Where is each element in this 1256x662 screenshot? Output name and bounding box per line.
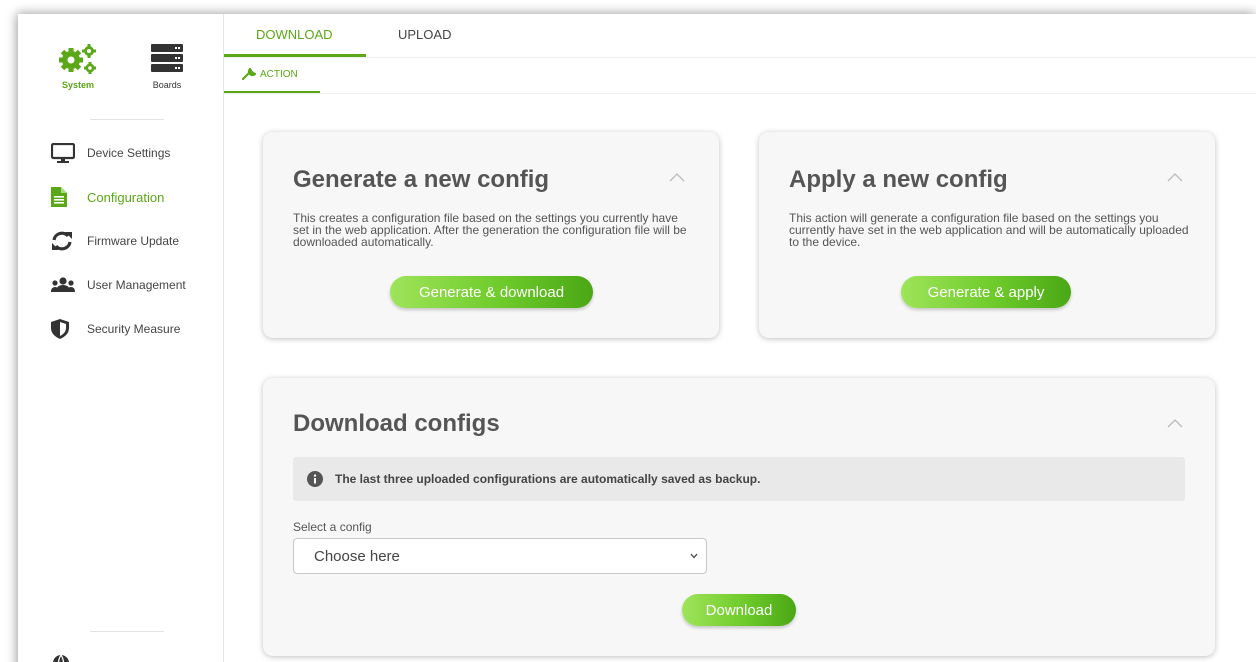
card-title: Apply a new config (789, 166, 1008, 193)
config-select[interactable]: Choose here (293, 538, 707, 574)
info-icon (307, 471, 323, 487)
info-text: The last three uploaded configurations a… (335, 472, 761, 486)
backup-info-banner: The last three uploaded configurations a… (293, 457, 1185, 501)
sidebar-item-label: Configuration (87, 189, 165, 205)
sidebar-item-label: Device Settings (87, 146, 171, 160)
subtab-action[interactable]: ACTION (242, 68, 298, 80)
chevron-up-icon[interactable] (669, 172, 685, 182)
generate-download-button[interactable]: Generate & download (390, 276, 593, 308)
sidebar-divider (90, 631, 164, 632)
sidebar-item-configuration[interactable]: Configuration (51, 185, 164, 209)
tab-download[interactable]: DOWNLOAD (256, 27, 333, 42)
chevron-up-icon[interactable] (1167, 172, 1183, 182)
generate-apply-button[interactable]: Generate & apply (901, 276, 1071, 308)
sidebar-divider (90, 119, 164, 120)
sidebar-item-label: Firmware Update (87, 234, 180, 248)
chevron-up-icon[interactable] (1167, 418, 1183, 428)
subtab-label: ACTION (260, 68, 298, 80)
globe-icon[interactable] (52, 654, 70, 662)
refresh-icon (51, 230, 77, 252)
sidebar-item-user-management[interactable]: User Management (51, 273, 186, 297)
card-description: This action will generate a configuratio… (789, 211, 1189, 249)
main-tabs: DOWNLOAD UPLOAD (224, 14, 1256, 58)
boards-label: Boards (152, 80, 182, 90)
apply-config-card: Apply a new config This action will gene… (759, 132, 1215, 338)
card-title: Generate a new config (293, 166, 550, 193)
sidebar: System Boards Device Settings Configurat… (18, 14, 224, 662)
select-value: Choose here (314, 547, 400, 565)
chevron-down-icon (690, 553, 698, 559)
tab-upload[interactable]: UPLOAD (398, 27, 451, 42)
sidebar-item-firmware-update[interactable]: Firmware Update (51, 229, 179, 253)
active-subtab-indicator (224, 91, 320, 93)
sidebar-item-label: User Management (87, 278, 186, 292)
card-description: This creates a configuration file based … (293, 211, 687, 249)
download-configs-card: Download configs The last three uploaded… (263, 378, 1215, 656)
sub-tabs: ACTION (224, 58, 1256, 94)
select-config-label: Select a config (293, 520, 372, 534)
boards-tile[interactable]: Boards (137, 42, 197, 90)
main-content: Generate a new config This creates a con… (224, 94, 1256, 662)
system-tile[interactable]: System (48, 42, 108, 90)
download-button[interactable]: Download (682, 594, 796, 626)
server-icon (151, 44, 183, 72)
shield-icon (51, 318, 77, 340)
sidebar-item-label: Security Measure (87, 322, 181, 336)
generate-config-card: Generate a new config This creates a con… (263, 132, 719, 338)
wrench-icon (242, 68, 256, 80)
monitor-icon (51, 142, 77, 164)
gears-icon (59, 44, 96, 74)
file-icon (51, 186, 77, 208)
sidebar-item-security-measure[interactable]: Security Measure (51, 317, 180, 341)
active-tab-indicator (224, 54, 366, 57)
card-title: Download configs (293, 410, 500, 437)
sidebar-item-device-settings[interactable]: Device Settings (51, 141, 170, 165)
users-icon (51, 274, 77, 296)
system-label: System (61, 80, 95, 90)
